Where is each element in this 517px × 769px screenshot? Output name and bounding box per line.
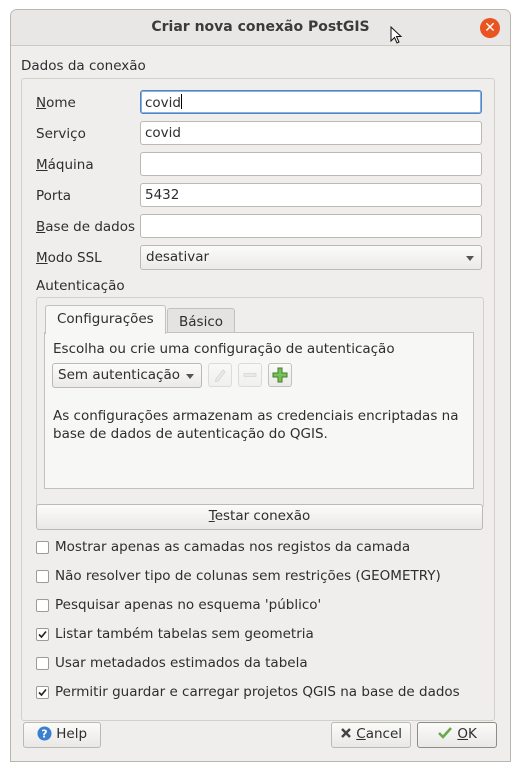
mouse-cursor-icon: [390, 26, 402, 44]
service-field[interactable]: covid: [140, 121, 482, 145]
chevron-down-icon: [466, 256, 474, 261]
name-label-rest: ome: [46, 95, 76, 111]
help-button[interactable]: ? Help: [23, 722, 101, 748]
ok-button[interactable]: OK: [417, 722, 497, 748]
auth-config-select[interactable]: Sem autenticação: [52, 363, 202, 388]
ssl-mode-select[interactable]: desativar: [140, 245, 482, 270]
cancel-button[interactable]: Cancel: [331, 722, 411, 748]
auth-title: Autenticação: [36, 278, 125, 294]
add-auth-button[interactable]: [268, 363, 292, 387]
checkbox[interactable]: [36, 599, 49, 612]
help-icon: ?: [37, 726, 52, 741]
checkbox-checked[interactable]: [36, 628, 49, 641]
auth-config-value: Sem autenticação: [58, 367, 180, 383]
checkmark-icon: [38, 688, 47, 697]
host-field[interactable]: [140, 152, 482, 176]
service-label: Serviço: [36, 126, 86, 142]
database-field[interactable]: [140, 214, 482, 238]
checkmark-icon: [438, 727, 453, 739]
checkbox[interactable]: [36, 541, 49, 554]
checkmark-icon: [38, 630, 47, 639]
titlebar[interactable]: Criar nova conexão PostGIS ✕: [11, 10, 510, 46]
test-connection-button[interactable]: Testar conexão: [36, 504, 483, 530]
window-title: Criar nova conexão PostGIS: [151, 19, 370, 35]
ssl-mode-value: desativar: [146, 249, 210, 265]
host-label: Máquina: [36, 157, 94, 173]
dialog-window: Criar nova conexão PostGIS ✕ Dados da co…: [10, 9, 511, 762]
close-icon: [341, 728, 351, 738]
group-title: Dados da conexão: [21, 58, 146, 74]
checkbox[interactable]: [36, 657, 49, 670]
ssl-mode-label: Modo SSL: [36, 250, 102, 266]
checkbox-checked[interactable]: [36, 686, 49, 699]
plus-icon: [272, 367, 288, 383]
auth-prompt: Escolha ou crie uma configuração de aute…: [53, 341, 395, 357]
auth-note-line2: base de dados de autenticação do QGIS.: [53, 426, 328, 442]
name-field[interactable]: covid: [140, 90, 482, 114]
svg-text:?: ?: [41, 728, 47, 741]
name-label: Nome: [36, 95, 76, 111]
auth-note-line1: As configurações armazenam as credenciai…: [53, 408, 459, 424]
close-button[interactable]: ✕: [480, 18, 500, 38]
auth-tab-panel: Escolha ou crie uma configuração de aute…: [44, 332, 474, 489]
port-field[interactable]: 5432: [140, 183, 482, 207]
minus-icon: [243, 373, 257, 377]
tab-configurations[interactable]: Configurações: [45, 305, 166, 334]
port-label: Porta: [36, 188, 72, 204]
chevron-down-icon: [186, 374, 194, 379]
database-label: Base de dados: [36, 219, 136, 235]
pencil-icon: [214, 369, 226, 383]
remove-auth-button[interactable]: [238, 363, 262, 387]
checkbox[interactable]: [36, 570, 49, 583]
edit-auth-button[interactable]: [208, 363, 232, 387]
